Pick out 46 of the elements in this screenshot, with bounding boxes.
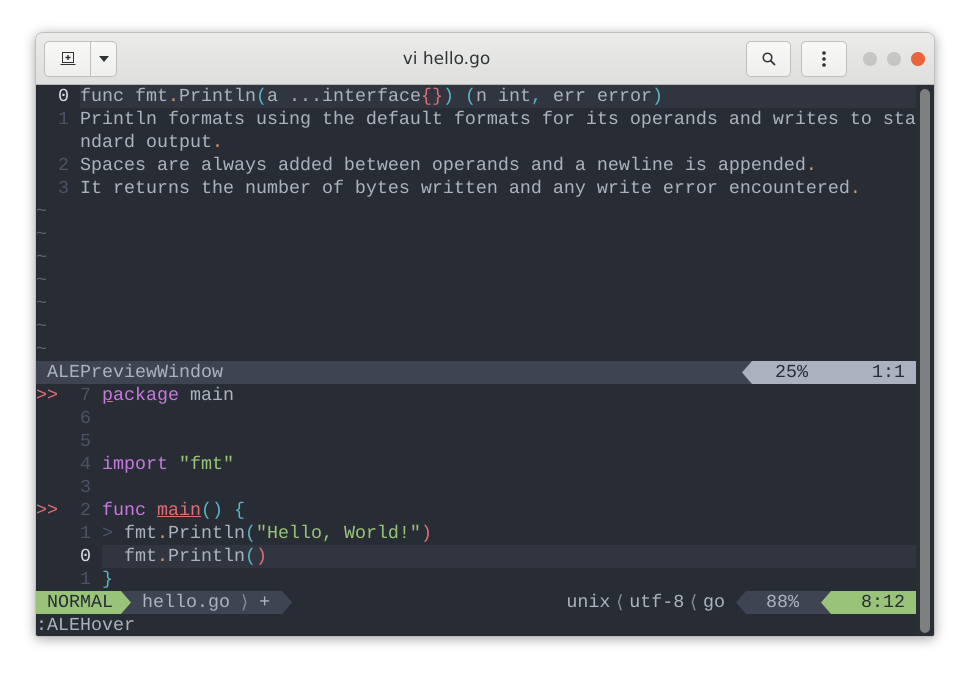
modified-indicator-text: + bbox=[259, 591, 270, 614]
code-line: package main bbox=[102, 384, 235, 407]
file-encoding: utf-8 bbox=[629, 591, 684, 614]
empty-line-marker: ~ bbox=[36, 200, 47, 223]
error-sign: >> bbox=[36, 500, 58, 521]
empty-line-marker: ~ bbox=[36, 292, 47, 315]
separator-glyph: ⟨ bbox=[616, 591, 624, 614]
buffer-name: ALEPreviewWindow bbox=[46, 361, 223, 384]
code-line: func main() { bbox=[102, 499, 246, 522]
kebab-menu-icon bbox=[822, 50, 826, 66]
maximize-button[interactable] bbox=[887, 52, 901, 66]
command-line: :ALEHover bbox=[36, 614, 135, 636]
empty-line-marker: ~ bbox=[36, 338, 47, 361]
empty-line-marker: ~ bbox=[36, 269, 47, 292]
file-format: unix bbox=[566, 591, 610, 614]
code-line: import "fmt" bbox=[102, 453, 235, 476]
empty-line-marker: ~ bbox=[36, 246, 47, 269]
search-icon bbox=[762, 52, 776, 66]
code-line: } bbox=[102, 568, 114, 591]
minimize-button[interactable] bbox=[863, 52, 877, 66]
cursor-position: 1:1 bbox=[872, 361, 906, 384]
new-tab-icon bbox=[60, 52, 76, 66]
close-button[interactable] bbox=[911, 52, 925, 66]
empty-line-marker: ~ bbox=[36, 315, 47, 338]
code-line: Println formats using the default formats for its operands and writes to standard output. bbox=[80, 108, 916, 154]
file-name: hello.go bbox=[142, 591, 230, 614]
scrollbar-thumb[interactable] bbox=[920, 89, 930, 633]
menu-button[interactable] bbox=[801, 40, 847, 76]
search-button[interactable] bbox=[746, 40, 791, 76]
code-line: It returns the number of bytes written and any write error encountered. bbox=[80, 177, 862, 200]
line-number: 0 bbox=[56, 85, 69, 108]
dropdown-button[interactable] bbox=[91, 40, 117, 76]
code-line: > fmt.Println("Hello, World!") bbox=[102, 522, 433, 545]
separator-glyph: ⟩ bbox=[240, 591, 248, 614]
new-tab-button[interactable] bbox=[44, 40, 91, 76]
file-type: go bbox=[703, 591, 726, 614]
line-number: 0 bbox=[78, 545, 91, 568]
code-line: Spaces are always added between operands and a newline is appended. bbox=[80, 154, 818, 177]
empty-line-marker: ~ bbox=[36, 223, 47, 246]
caret-icon bbox=[98, 56, 108, 62]
mode-indicator: NORMAL bbox=[36, 591, 131, 614]
window-title: vi hello.go bbox=[402, 48, 492, 68]
error-sign: >> bbox=[36, 385, 58, 406]
cursor-position: 8:12 bbox=[821, 591, 916, 614]
separator-glyph: ⟨ bbox=[690, 591, 698, 614]
scroll-percent: 25% bbox=[775, 361, 808, 384]
